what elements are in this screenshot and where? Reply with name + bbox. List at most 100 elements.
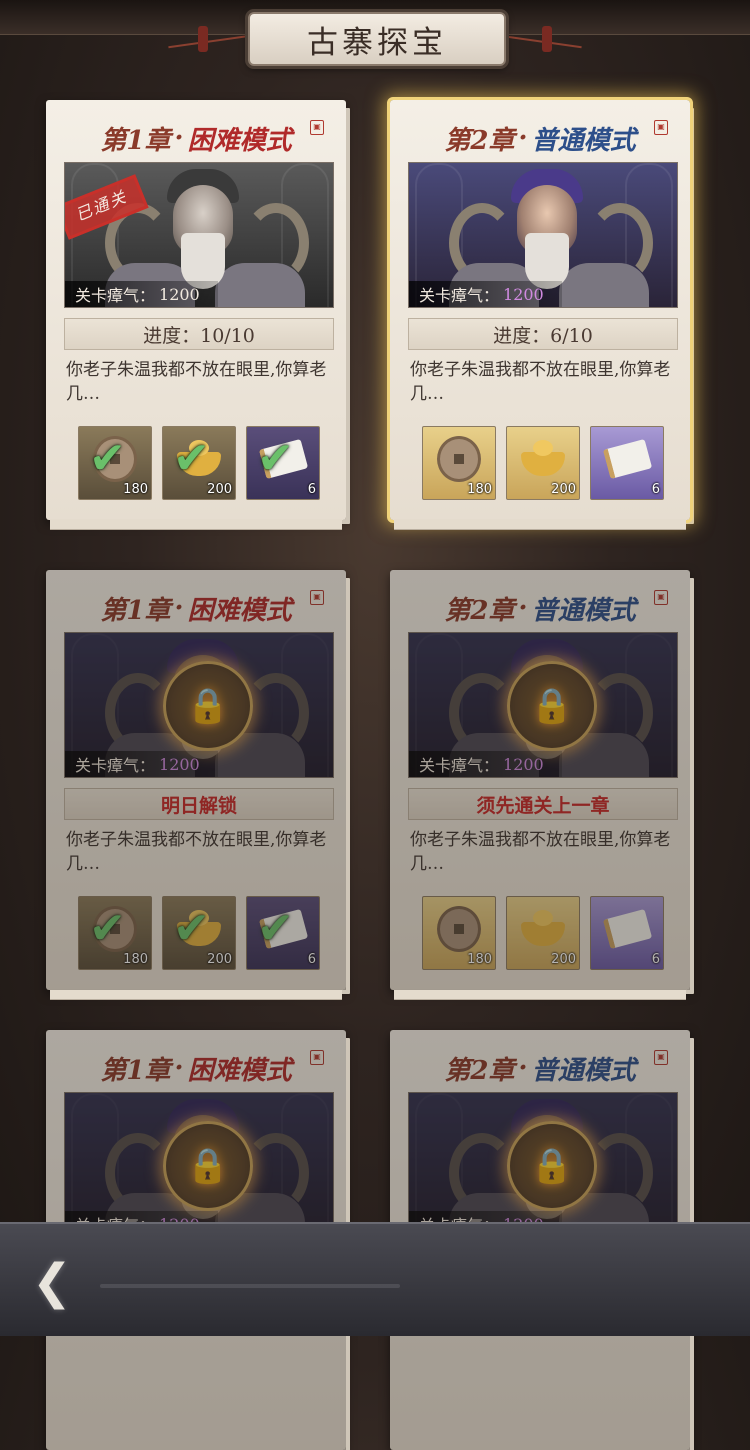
paper-curl xyxy=(50,989,342,1000)
miasma-label: 关卡瘴气： xyxy=(419,286,500,305)
title-separator: · xyxy=(518,1053,528,1083)
lock-medallion: 🔒 xyxy=(507,1121,597,1211)
lock-medallion: 🔒 xyxy=(507,661,597,751)
check-icon: ✔ xyxy=(257,903,294,954)
chapter-card[interactable]: 第2章 · 普通模式 ▣ 关卡瘴气： 1200 进度：6/10 你老子朱温我都不放在眼里,你算… xyxy=(387,97,693,530)
reward-quantity: 200 xyxy=(207,952,232,967)
boss-portrait: 🔒 关卡瘴气：1200 xyxy=(64,632,334,778)
reward-slot[interactable]: ✔ 6 xyxy=(246,896,320,970)
boss-portrait: 🔒 关卡瘴气：1200 xyxy=(408,632,678,778)
chapter-label: 第2章 xyxy=(444,1055,515,1086)
lock-icon: 🔒 xyxy=(530,686,574,726)
page-title: 古寨探宝 xyxy=(307,24,447,61)
reward-slot[interactable]: 200 xyxy=(506,426,580,500)
miasma-tag: 关卡瘴气：1200 xyxy=(409,281,562,307)
reward-slot[interactable]: ✔ 180 xyxy=(78,426,152,500)
gold-ingot-icon xyxy=(521,910,565,946)
check-icon: ✔ xyxy=(89,903,126,954)
paper-curl xyxy=(50,519,342,530)
reward-quantity: 6 xyxy=(307,952,316,967)
card-title: 第2章 · 普通模式 xyxy=(390,1048,690,1088)
reward-art xyxy=(437,436,481,482)
progress-band: 进度：6/10 xyxy=(408,318,678,350)
seal-icon: ▣ xyxy=(654,120,668,135)
reward-quantity: 6 xyxy=(651,482,660,497)
paper-curl xyxy=(394,989,686,1000)
reward-slot[interactable]: 6 xyxy=(590,896,664,970)
reward-quantity: 200 xyxy=(551,482,576,497)
reward-slot[interactable]: 200 xyxy=(506,896,580,970)
status-text: 进度：10/10 xyxy=(143,324,255,347)
chapter-label: 第2章 xyxy=(444,125,515,156)
reward-art xyxy=(602,437,652,481)
reward-slot[interactable]: ✔ 180 xyxy=(78,896,152,970)
miasma-label: 关卡瘴气： xyxy=(75,756,156,775)
reward-quantity: 200 xyxy=(207,482,232,497)
miasma-value: 1200 xyxy=(159,284,200,304)
lock-icon: 🔒 xyxy=(530,1146,574,1186)
boss-portrait: 🔒关卡瘴气：1200 xyxy=(408,1092,678,1238)
brush-decoration xyxy=(100,1284,400,1288)
reward-slot[interactable]: 6 xyxy=(590,426,664,500)
reward-list: ✔ 180 ✔ 200 ✔ 6 xyxy=(78,896,320,970)
card-title: 第1章 · 困难模式 xyxy=(46,588,346,628)
reward-slot[interactable]: ✔ 200 xyxy=(162,426,236,500)
scroll-icon xyxy=(602,908,652,950)
lock-icon: 🔒 xyxy=(186,686,230,726)
reward-art xyxy=(521,907,565,951)
scroll-icon xyxy=(602,438,652,480)
title-plaque: 古寨探宝 xyxy=(248,12,506,66)
bottom-bar: ❮ xyxy=(0,1222,750,1336)
chapter-description: 你老子朱温我都不放在眼里,你算老几… xyxy=(410,830,671,874)
paper-curl xyxy=(394,519,686,530)
status-text: 须先通关上一章 xyxy=(476,794,610,817)
mode-label: 困难模式 xyxy=(187,1055,292,1086)
status-text: 明日解锁 xyxy=(160,794,237,817)
seal-icon: ▣ xyxy=(310,590,324,605)
mode-label: 普通模式 xyxy=(531,595,636,626)
back-button[interactable]: ❮ xyxy=(14,1252,90,1312)
chapter-card[interactable]: 第1章 · 困难模式 ▣ 🔒 关卡瘴气： 1200 明日解锁你老子朱温我都不放在眼里,你算老几… xyxy=(46,570,346,1000)
chapter-card[interactable]: 第1章 · 困难模式 ▣ 已通关 关卡瘴气： 1200 进度：10/10 你老子朱温我都不放在眼… xyxy=(46,100,346,530)
reward-art xyxy=(437,906,481,952)
reward-list: 180 200 6 xyxy=(422,896,664,970)
tassel-left xyxy=(198,26,208,52)
tassel-right xyxy=(542,26,552,52)
card-title: 第2章 · 普通模式 xyxy=(390,118,690,158)
gold-ingot-icon xyxy=(521,440,565,476)
reward-list: 180 200 6 xyxy=(422,426,664,500)
check-icon: ✔ xyxy=(89,433,126,484)
mode-label: 普通模式 xyxy=(531,1055,636,1086)
reward-slot[interactable]: 180 xyxy=(422,896,496,970)
reward-quantity: 6 xyxy=(307,482,316,497)
lock-icon: 🔒 xyxy=(186,1146,230,1186)
miasma-label: 关卡瘴气： xyxy=(419,756,500,775)
boss-portrait: 已通关 关卡瘴气： 1200 xyxy=(64,162,334,308)
reward-slot[interactable]: ✔ 6 xyxy=(246,426,320,500)
check-icon: ✔ xyxy=(173,433,210,484)
armor-shoulder xyxy=(215,263,305,307)
reward-slot[interactable]: 180 xyxy=(422,426,496,500)
miasma-label: 关卡瘴气： xyxy=(75,286,156,305)
boss-portrait: 关卡瘴气： 1200 xyxy=(408,162,678,308)
title-separator: · xyxy=(174,123,184,153)
unlock-condition: 明日解锁 xyxy=(64,788,334,820)
back-arrow-icon: ❮ xyxy=(31,1254,73,1310)
miasma-value: 1200 xyxy=(503,754,544,774)
status-text: 进度：6/10 xyxy=(493,324,593,347)
lock-medallion: 🔒 xyxy=(163,661,253,751)
chapter-description: 你老子朱温我都不放在眼里,你算老几… xyxy=(66,830,327,874)
miasma-value: 1200 xyxy=(503,284,544,304)
unlock-condition: 须先通关上一章 xyxy=(408,788,678,820)
seal-icon: ▣ xyxy=(310,120,324,135)
miasma-tag: 关卡瘴气：1200 xyxy=(65,281,218,307)
armor-shoulder xyxy=(559,263,649,307)
title-ornament-left xyxy=(168,33,258,49)
title-separator: · xyxy=(518,123,528,153)
miasma-value: 1200 xyxy=(159,754,200,774)
reward-quantity: 200 xyxy=(551,952,576,967)
title-separator: · xyxy=(174,593,184,623)
reward-slot[interactable]: ✔ 200 xyxy=(162,896,236,970)
chapter-card[interactable]: 第2章 · 普通模式 ▣ 🔒 关卡瘴气： 1200 须先通关上一章 你老子朱温我都不放在眼里,你… xyxy=(390,570,690,1000)
reward-quantity: 180 xyxy=(123,482,148,497)
